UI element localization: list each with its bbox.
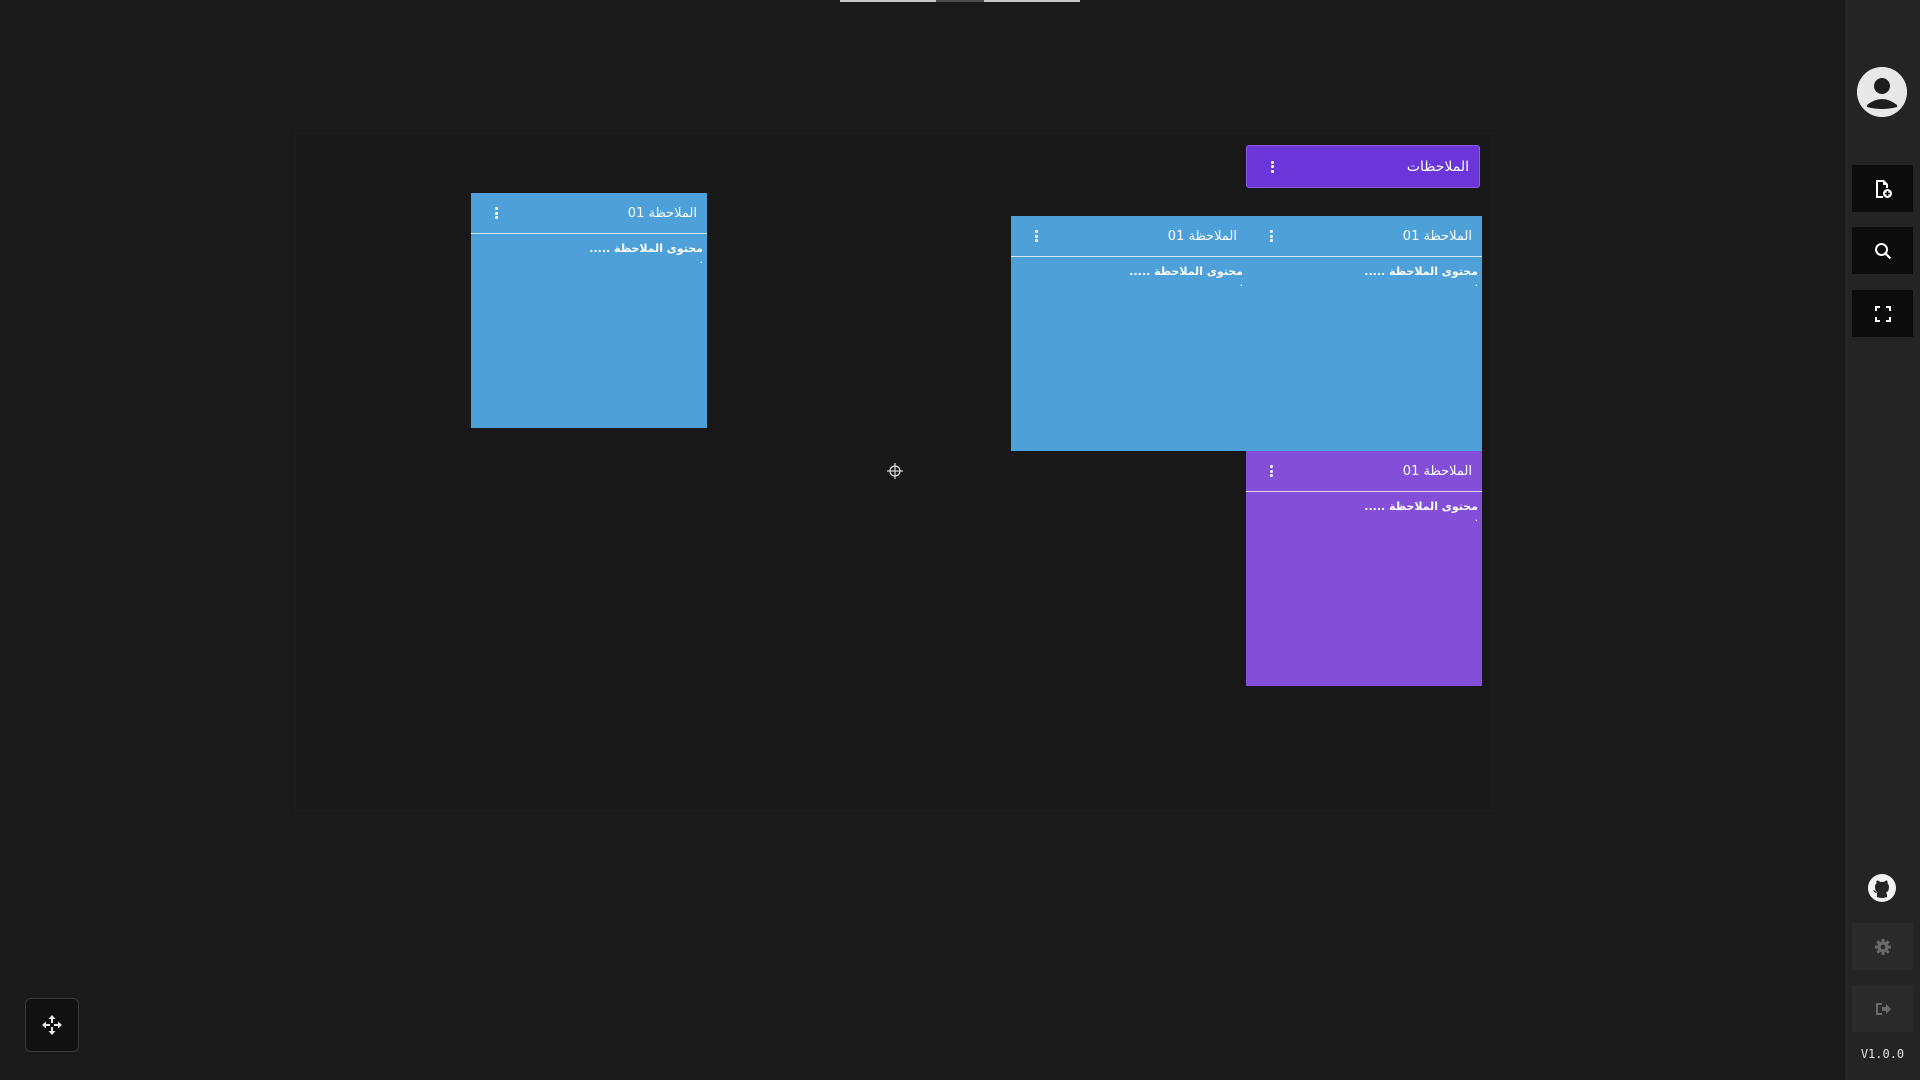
add-note-button[interactable] [1852,165,1913,212]
note-header: الملاحظة 01 [1011,216,1247,257]
logout-button[interactable] [1852,985,1913,1032]
search-icon [1874,242,1891,259]
move-canvas-button[interactable] [25,998,79,1052]
notes-header-title: الملاحظات [1406,158,1469,175]
note-body[interactable]: محتوى الملاحظة ..... . [1246,257,1482,289]
note-title: الملاحظة 01 [1167,228,1237,244]
note-extra: . [1474,511,1479,524]
app-version: V1.0.0 [1860,1047,1905,1061]
note-content: محتوى الملاحظة ..... [1129,265,1243,278]
note-extra: . [1239,276,1244,289]
note-extra: . [699,253,704,266]
top-tab-1[interactable] [840,0,936,2]
note-extra: . [1474,276,1479,289]
logout-icon [1875,1002,1891,1015]
right-sidebar: V1.0.0 [1845,0,1920,1080]
note-title: الملاحظة 01 [1402,463,1472,479]
note-card[interactable]: الملاحظة 01 محتوى الملاحظة ..... . [471,193,707,428]
gear-icon [1874,938,1891,955]
note-body[interactable]: محتوى الملاحظة ..... . [1246,492,1482,524]
note-body[interactable]: محتوى الملاحظة ..... . [471,234,707,266]
note-content: محتوى الملاحظة ..... [1364,265,1478,278]
note-header: الملاحظة 01 [1246,216,1482,257]
note-title: الملاحظة 01 [627,205,697,221]
note-header: الملاحظة 01 [471,193,707,234]
note-content: محتوى الملاحظة ..... [589,242,703,255]
kebab-menu-icon[interactable] [489,205,503,221]
github-icon[interactable] [1867,873,1897,903]
kebab-menu-icon[interactable] [1264,228,1278,244]
fullscreen-button[interactable] [1852,290,1913,337]
top-tab-2[interactable] [936,0,984,2]
notes-header-bar[interactable]: الملاحظات [1246,145,1480,188]
notes-canvas[interactable]: الملاحظات الملاحظة 01 محتوى الملاحظة ...… [0,0,1845,1080]
note-title: الملاحظة 01 [1402,228,1472,244]
add-note-icon [1875,179,1892,198]
user-avatar[interactable] [1857,67,1907,117]
user-avatar-icon [1857,67,1907,117]
top-tab-indicators [840,0,1080,2]
search-button[interactable] [1852,227,1913,274]
note-card[interactable]: الملاحظة 01 محتوى الملاحظة ..... . [1246,216,1482,451]
note-body[interactable]: محتوى الملاحظة ..... . [1011,257,1247,289]
fullscreen-icon [1874,305,1891,322]
crosshair-icon [887,463,903,479]
note-content: محتوى الملاحظة ..... [1364,500,1478,513]
move-arrows-icon [42,1015,62,1035]
note-header: الملاحظة 01 [1246,451,1482,492]
kebab-menu-icon[interactable] [1029,228,1043,244]
note-card[interactable]: الملاحظة 01 محتوى الملاحظة ..... . [1246,451,1482,686]
note-card[interactable]: الملاحظة 01 محتوى الملاحظة ..... . [1011,216,1247,451]
kebab-menu-icon[interactable] [1265,159,1279,175]
kebab-menu-icon[interactable] [1264,463,1278,479]
top-tab-3[interactable] [984,0,1080,2]
settings-button[interactable] [1852,923,1913,970]
